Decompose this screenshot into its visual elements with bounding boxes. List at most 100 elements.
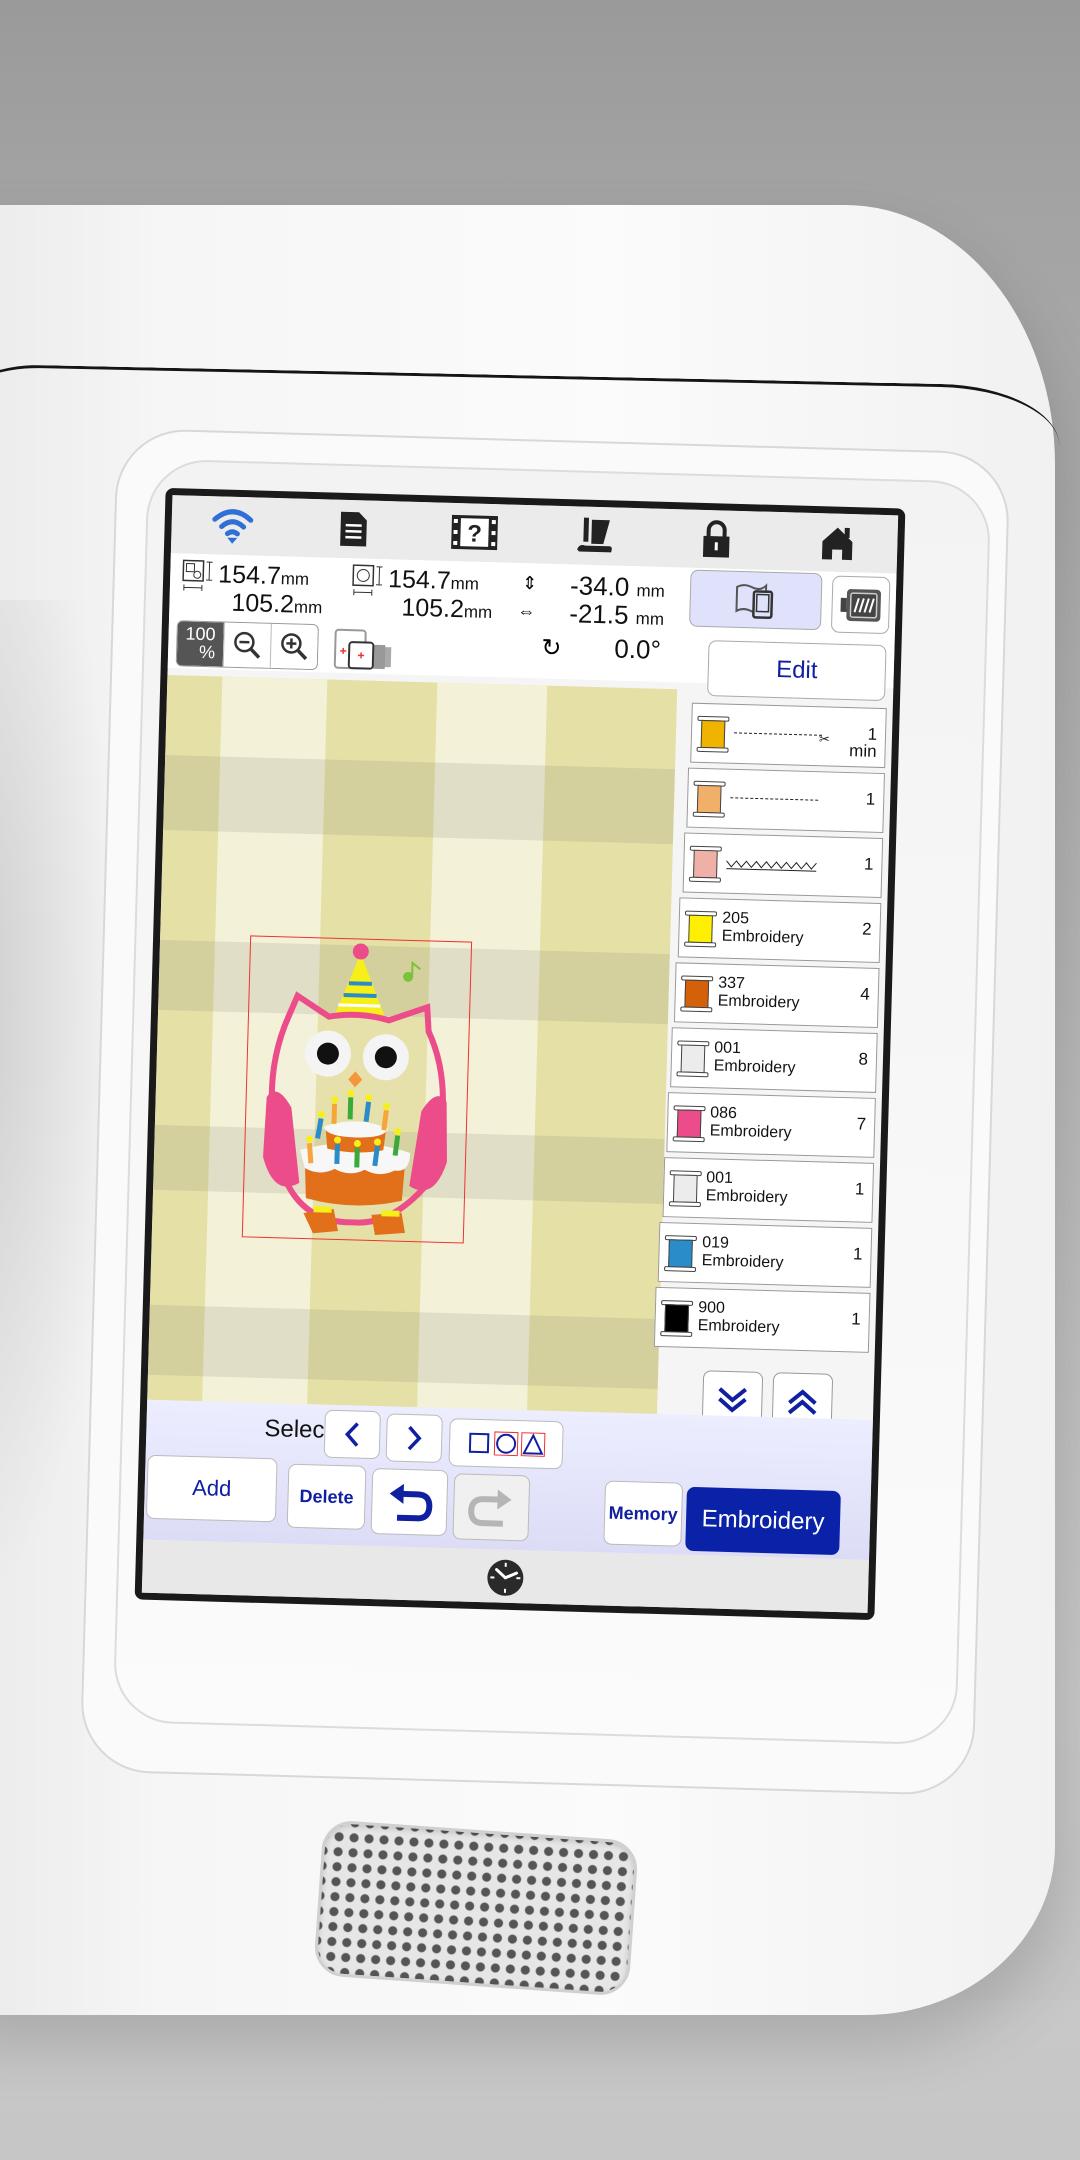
redo-button[interactable] <box>452 1473 531 1542</box>
vertical-position-value: -34.0 <box>569 570 630 602</box>
chevron-double-down-icon <box>718 1387 747 1413</box>
thread-list-item[interactable]: 1 <box>682 832 884 899</box>
rotate-icon: ↻ <box>540 634 562 662</box>
embroidery-button[interactable]: Embroidery <box>685 1486 841 1556</box>
stitch-count: 1 <box>864 855 874 874</box>
count-value: 2 <box>861 919 872 939</box>
stitch-count: 7 <box>856 1114 867 1134</box>
pattern-width: 105.2mm <box>231 589 323 623</box>
unit-label: mm <box>450 573 480 594</box>
stitch-count: 1 <box>855 1179 865 1198</box>
design-selection-frame[interactable] <box>241 935 473 1244</box>
thread-brand: Embroidery <box>701 1252 784 1272</box>
delete-button[interactable]: Delete <box>286 1463 367 1530</box>
thread-list-item[interactable]: 205 Embroidery 2 <box>678 897 882 964</box>
pattern-height-value: 154.7 <box>217 560 282 591</box>
thread-color-swatch <box>692 849 718 879</box>
lock-button[interactable] <box>691 517 740 562</box>
pattern-info-panel: 154.7mm 105.2mm 154.7mm 105.2mm ⇕ -34.0 … <box>167 553 897 702</box>
zoom-level: 100 % <box>176 621 224 667</box>
thread-color-swatch <box>684 979 710 1009</box>
camera-button[interactable] <box>830 575 891 635</box>
view-mode-button[interactable] <box>689 569 823 631</box>
zoom-controls: 100 % <box>175 620 319 671</box>
thread-list-item[interactable]: ✂ 1 min <box>690 702 887 769</box>
rotation-angle: 0.0° <box>613 633 662 665</box>
thread-color-swatch <box>664 1304 690 1333</box>
clock-icon[interactable] <box>485 1557 526 1598</box>
thread-list-item[interactable]: 900 Embroidery 1 <box>654 1286 871 1353</box>
thread-brand: Embroidery <box>709 1122 792 1142</box>
count-value: 1 <box>851 1309 861 1329</box>
stitch-count: 8 <box>858 1049 868 1068</box>
owl-birthday-design <box>263 943 447 1236</box>
bottom-toolbar: Select Add Delete Memory Embroidery <box>143 1399 873 1560</box>
count-value: 1 <box>852 1244 863 1264</box>
redo-icon <box>468 1489 512 1527</box>
thread-number: 900 <box>697 1299 726 1317</box>
count-value: 7 <box>856 1114 867 1134</box>
zoom-out-button[interactable] <box>222 622 271 668</box>
add-button[interactable]: Add <box>145 1454 278 1523</box>
edit-button[interactable]: Edit <box>707 640 887 702</box>
presser-foot-icon <box>576 517 612 553</box>
thread-spool-icon <box>664 1235 698 1273</box>
stitch-pattern-icon <box>730 797 821 801</box>
thread-spool-icon <box>696 715 730 753</box>
zoom-in-button[interactable] <box>269 623 318 670</box>
memory-button[interactable]: Memory <box>603 1480 684 1547</box>
help-video-icon: ? <box>450 514 498 551</box>
svg-text:✂: ✂ <box>819 731 830 744</box>
embroidery-preview-canvas[interactable] <box>147 675 678 1414</box>
hoop-select-button[interactable] <box>333 628 404 674</box>
fabric-stripe <box>147 1304 660 1389</box>
stitch-count: 1 min <box>848 725 877 761</box>
hoop-frames-icon <box>333 628 392 670</box>
unit-label: mm <box>293 597 323 618</box>
thread-number: 001 <box>705 1169 734 1187</box>
thread-number: 205 <box>722 909 750 928</box>
select-previous-button[interactable] <box>323 1409 381 1460</box>
thread-spool-icon <box>676 1040 710 1078</box>
select-next-button[interactable] <box>385 1413 443 1463</box>
thread-number: 086 <box>710 1104 738 1123</box>
thread-list-item[interactable]: 086 Embroidery 7 <box>666 1092 876 1158</box>
unit-label: mm <box>280 569 310 589</box>
thread-list-item[interactable]: 001 Embroidery 8 <box>670 1027 878 1093</box>
chevron-left-icon <box>344 1422 359 1447</box>
unit-label: mm <box>635 609 665 629</box>
thread-color-swatch <box>676 1109 702 1139</box>
select-by-shape-button[interactable] <box>448 1418 564 1470</box>
undo-button[interactable] <box>370 1468 449 1537</box>
thread-brand: Embroidery <box>697 1317 780 1337</box>
thread-color-swatch <box>696 784 722 814</box>
stitch-count: 2 <box>861 919 872 939</box>
thread-spool-icon <box>692 780 726 818</box>
horizontal-move-icon: ⇔ <box>517 600 536 622</box>
thread-spool-icon <box>672 1105 706 1143</box>
thread-list-item[interactable]: 337 Embroidery 4 <box>674 962 880 1028</box>
zoom-out-icon <box>234 631 261 659</box>
zoom-value: 100 <box>185 623 216 645</box>
thread-brand: Embroidery <box>713 1057 796 1077</box>
thread-color-swatch <box>680 1044 706 1074</box>
count-unit: min <box>848 741 877 761</box>
thread-list-item[interactable]: 001 Embroidery 1 <box>662 1157 875 1223</box>
horizontal-position: -21.5 mm <box>569 598 665 632</box>
wifi-button[interactable] <box>208 503 257 548</box>
count-value: 4 <box>860 984 871 1004</box>
chevron-double-up-icon <box>787 1389 817 1415</box>
thread-number: 001 <box>714 1039 742 1058</box>
home-button[interactable] <box>812 520 861 565</box>
camera-icon <box>840 588 882 622</box>
pattern-width-value: 105.2 <box>231 588 295 619</box>
presser-foot-button[interactable] <box>570 513 619 558</box>
svg-text:?: ? <box>466 520 481 547</box>
thread-list-item[interactable]: 1 <box>686 767 885 834</box>
stitch-count: 1 <box>866 790 876 809</box>
document-button[interactable] <box>328 506 377 551</box>
help-video-button[interactable]: ? <box>449 510 498 555</box>
thread-list-item[interactable]: 019 Embroidery 1 <box>658 1221 873 1288</box>
touch-screen: ? 154.7mm 105.2mm 154.7mm 105.2mm ⇕ -34.… <box>141 495 899 1613</box>
undo-icon <box>389 1483 433 1522</box>
